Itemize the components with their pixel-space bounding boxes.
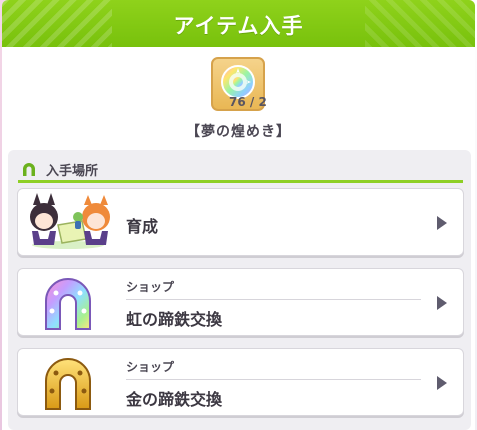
item-count: 76 / 2 [229,95,267,109]
item-acquire-dialog: アイテム入手 76 / 2 【夢の煌めき】 入手場所 育成 ショップ 虹の蹄鉄交… [2,0,475,430]
dialog-header: アイテム入手 [2,0,475,47]
source-label: 育成 [126,217,159,236]
source-gold-shop-button[interactable]: ショップ 金の蹄鉄交換 [17,348,464,416]
gold-horseshoe-icon [40,355,96,417]
section-label: 入手場所 [46,164,99,179]
source-training-button[interactable]: 育成 [17,188,464,256]
section-header: 入手場所 [18,158,463,183]
source-label: 虹の蹄鉄交換 [126,310,223,329]
source-category: ショップ [126,360,175,374]
source-rainbow-shop-button[interactable]: ショップ 虹の蹄鉄交換 [17,268,464,336]
chevron-right-icon [437,216,447,230]
divider [126,379,421,380]
horseshoe-icon [20,161,38,181]
dialog-title: アイテム入手 [173,14,304,38]
item-name: 【夢の煌めき】 [186,124,291,140]
chevron-right-icon [437,376,447,390]
source-category: ショップ [126,280,175,294]
divider [126,299,421,300]
source-label: 金の蹄鉄交換 [126,390,223,409]
rainbow-horseshoe-icon [40,275,96,337]
chevron-right-icon [437,296,447,310]
trainee-characters-icon [24,193,114,255]
